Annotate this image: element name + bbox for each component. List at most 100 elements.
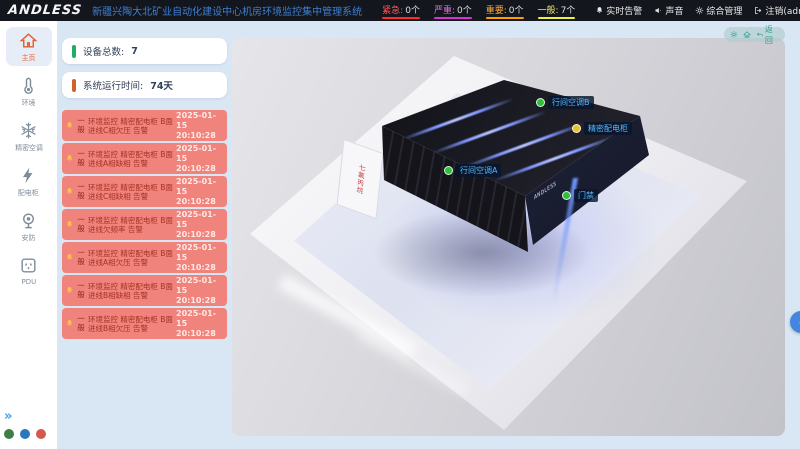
expand-sidebar-button[interactable]: »	[4, 410, 46, 423]
alarm-date: 2025-01-15	[176, 243, 224, 263]
sidebar-item-label: 精密空调	[15, 142, 43, 152]
alarm-level: 一般	[76, 183, 86, 200]
alarm-time: 20:10:28	[176, 329, 224, 339]
alarm-time: 20:10:28	[176, 164, 224, 174]
uptime-card: 系统运行时间: 74天	[62, 72, 227, 98]
sidebar-item-home[interactable]: 主页	[6, 27, 52, 66]
device-label-aircon-b[interactable]: 行间空调B	[536, 96, 594, 109]
severity-count: 0个	[405, 3, 420, 16]
device-name: 门禁	[574, 189, 598, 202]
alarm-row[interactable]: 一般 环境监控 精密配电柜 B面进线C相欠压 告警 2025-01-1520:1…	[62, 110, 227, 141]
collapse-panel-button[interactable]: ‹	[790, 311, 800, 333]
sound-label: 声音	[665, 4, 683, 17]
alarm-text: 环境监控 精密配电柜 B面进线B相欠压 告警	[88, 315, 174, 333]
alarm-list: 一般 环境监控 精密配电柜 B面进线C相欠压 告警 2025-01-1520:1…	[62, 110, 227, 341]
alarm-date: 2025-01-15	[176, 309, 224, 329]
alarm-level: 一般	[76, 117, 86, 134]
room-3d-scene[interactable]: 七氟丙烷 ANDLESS 行间空调B	[232, 38, 785, 436]
alarm-row[interactable]: 一般 环境监控 精密配电柜 B面进线B相欠压 告警 2025-01-1520:1…	[62, 308, 227, 339]
logout-label: 注销(admin)	[765, 4, 800, 17]
alarm-level: 一般	[76, 315, 86, 332]
alarm-text: 环境监控 精密配电柜 B面进线C相缺相 告警	[88, 183, 174, 201]
device-name: 行间空调A	[456, 164, 501, 177]
sidebar-item-security[interactable]: 安防	[6, 207, 52, 246]
logout-icon	[754, 6, 763, 15]
management-label: 综合管理	[706, 4, 742, 17]
device-label-door-access[interactable]: 门禁	[562, 189, 598, 202]
alarm-bell-icon	[65, 286, 74, 295]
alarm-bell-icon	[65, 220, 74, 229]
alarm-text: 环境监控 精密配电柜 B面进线A相缺相 告警	[88, 150, 174, 168]
alarm-bell-icon	[65, 154, 74, 163]
sidebar-nav: 主页 环境 精密空调 配电柜 安防 PDU »	[0, 21, 57, 449]
alarm-level: 一般	[76, 249, 86, 266]
severity-underline	[434, 17, 472, 19]
device-total-card: 设备总数: 7	[62, 38, 227, 64]
lightning-icon	[19, 166, 38, 185]
speaker-icon	[654, 6, 663, 15]
alarm-text: 环境监控 精密配电柜 B面进线B相缺相 告警	[88, 282, 174, 300]
sidebar-item-label: 环境	[22, 97, 36, 107]
stat-accent-bar	[72, 45, 76, 58]
realtime-alarm-button[interactable]: 实时告警	[595, 4, 642, 17]
severity-critical[interactable]: 紧急:0个	[382, 3, 420, 19]
device-status-dot	[444, 166, 453, 175]
home-icon	[19, 31, 38, 50]
scene-return-label: 返回	[765, 24, 779, 46]
alarm-row[interactable]: 一般 环境监控 精密配电柜 B面进线A相欠压 告警 2025-01-1520:1…	[62, 242, 227, 273]
status-dot-green[interactable]	[4, 429, 14, 439]
alarm-bell-icon	[65, 121, 74, 130]
scene-toolbar: 返回	[724, 27, 785, 42]
alarm-row[interactable]: 一般 环境监控 精密配电柜 B面进线C相缺相 告警 2025-01-1520:1…	[62, 176, 227, 207]
alarm-time: 20:10:28	[176, 230, 224, 240]
sound-button[interactable]: 声音	[654, 4, 683, 17]
severity-label: 重要:	[486, 3, 507, 16]
alarm-time: 20:10:28	[176, 296, 224, 306]
alarm-time: 20:10:28	[176, 263, 224, 273]
management-button[interactable]: 综合管理	[695, 4, 742, 17]
scene-return-button[interactable]: 返回	[756, 24, 779, 46]
severity-underline	[382, 17, 420, 19]
alarm-level: 一般	[76, 150, 86, 167]
alarm-text: 环境监控 精密配电柜 B面进线A相欠压 告警	[88, 249, 174, 267]
alarm-time: 20:10:28	[176, 131, 224, 141]
status-dots	[4, 429, 46, 439]
status-dot-red[interactable]	[36, 429, 46, 439]
alarm-text: 环境监控 精密配电柜 B面进线C相欠压 告警	[88, 117, 174, 135]
gear-icon	[695, 6, 704, 15]
device-label-power-cabinet[interactable]: 精密配电柜	[572, 122, 632, 135]
snowflake-icon	[19, 121, 38, 140]
sidebar-item-power-cabinet[interactable]: 配电柜	[6, 162, 52, 201]
status-dot-blue[interactable]	[20, 429, 30, 439]
gear-icon[interactable]	[730, 30, 738, 39]
logout-button[interactable]: 注销(admin)	[754, 4, 800, 17]
severity-count: 0个	[509, 3, 524, 16]
sidebar-item-precision-ac[interactable]: 精密空调	[6, 117, 52, 156]
device-label-aircon-a[interactable]: 行间空调A	[444, 164, 501, 177]
sidebar-item-pdu[interactable]: PDU	[6, 252, 52, 289]
alarm-row[interactable]: 一般 环境监控 精密配电柜 B面进线欠频率 告警 2025-01-1520:10…	[62, 209, 227, 240]
severity-important[interactable]: 重要:0个	[486, 3, 524, 19]
severity-count: 0个	[457, 3, 472, 16]
stat-accent-bar	[72, 79, 76, 92]
device-name: 行间空调B	[548, 96, 594, 109]
aisle-glow	[431, 110, 547, 155]
sidebar-item-environment[interactable]: 环境	[6, 72, 52, 111]
system-title: 新疆兴陶大北矿业自动化建设中心机房环境监控集中管理系统	[92, 3, 362, 18]
fire-cabinet-label: 七氟丙烷	[353, 162, 366, 196]
aisle-glow	[463, 122, 584, 169]
home-icon[interactable]	[743, 30, 751, 39]
fire-suppression-cabinet[interactable]: 七氟丙烷	[337, 139, 384, 220]
severity-major[interactable]: 严重:0个	[434, 3, 472, 19]
alarm-row[interactable]: 一般 环境监控 精密配电柜 B面进线B相缺相 告警 2025-01-1520:1…	[62, 275, 227, 306]
alarm-row[interactable]: 一般 环境监控 精密配电柜 B面进线A相缺相 告警 2025-01-1520:1…	[62, 143, 227, 174]
room-3d-viewport[interactable]: 七氟丙烷 ANDLESS 行间空调B	[232, 38, 785, 436]
alarm-text: 环境监控 精密配电柜 B面进线欠频率 告警	[88, 216, 174, 234]
device-status-dot	[572, 124, 581, 133]
sidebar-footer: »	[4, 410, 46, 439]
severity-general[interactable]: 一般:7个	[538, 3, 576, 19]
sidebar-item-label: 配电柜	[18, 187, 39, 197]
alarm-bell-icon	[65, 187, 74, 196]
sidebar-item-label: PDU	[21, 277, 36, 285]
severity-underline	[538, 17, 576, 19]
